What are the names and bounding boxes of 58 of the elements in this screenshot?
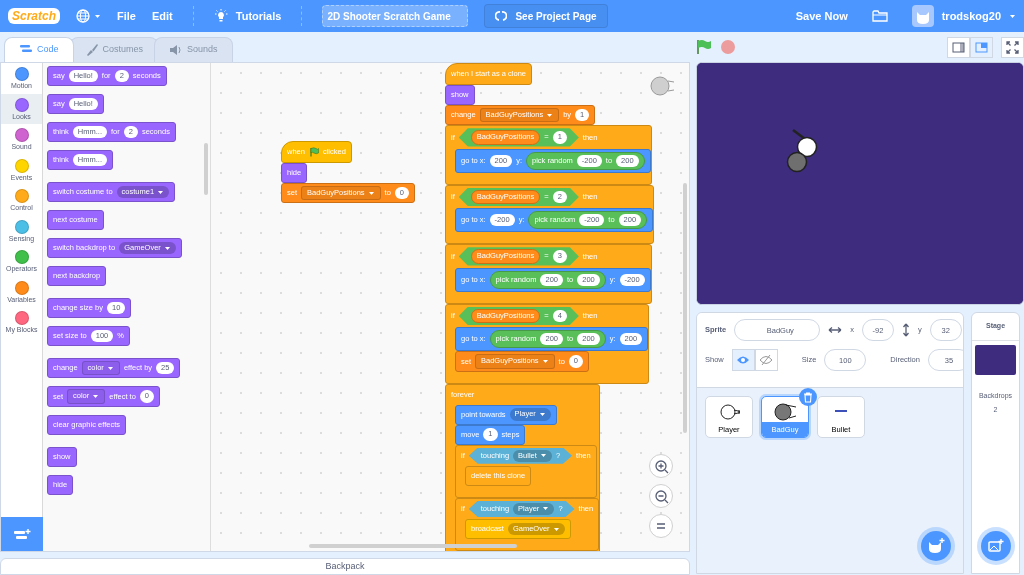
caret-icon [106,365,114,371]
brush-icon [84,43,99,57]
player-sprite [792,129,818,158]
ball-icon [772,402,798,422]
line-icon [835,410,847,412]
caret-icon [541,358,549,364]
zoom-in-button[interactable] [649,454,673,478]
extension-button[interactable] [1,517,43,551]
caret-icon [539,453,547,459]
scrollbar[interactable] [683,183,687,433]
add-sprite-button[interactable] [921,531,951,561]
trash-icon [803,391,813,403]
normal-stage-button[interactable] [970,36,993,58]
fullscreen-button[interactable] [1001,36,1024,58]
caret-icon [94,13,102,19]
lightbulb-icon [213,9,228,23]
caret-icon [157,189,165,195]
hidden-eye-icon [759,354,774,366]
fullscreen-icon [1006,40,1019,54]
scrollbar[interactable] [204,143,208,195]
eye-icon [736,355,751,365]
backdrop-thumbnail [975,344,1016,375]
zoom-in-icon [653,458,669,474]
reset-zoom-button[interactable] [649,514,673,538]
sprite-icon [649,75,675,97]
share-icon [495,10,508,22]
picture-add-icon [988,539,1004,553]
flag-icon[interactable] [696,39,712,55]
show-button[interactable] [731,349,755,371]
avatar-icon [911,5,934,27]
zoom-out-icon [653,488,669,504]
layout-icon [952,41,965,53]
hide-button[interactable] [754,349,778,371]
flag-icon [308,147,319,157]
zoom-out-button[interactable] [649,484,673,508]
cat-icon [927,538,945,554]
caret-icon [92,393,100,399]
globe-icon[interactable] [76,9,91,23]
caret-icon [552,526,560,532]
vertical-arrow-icon [902,323,910,337]
scrollbar[interactable] [309,544,517,548]
caret-icon [163,245,171,251]
caret-icon [367,190,375,196]
caret-icon [542,506,550,512]
stop-icon[interactable] [720,39,736,55]
caret-icon [538,412,546,417]
caret-icon [1009,13,1016,19]
layout-icon [975,41,988,53]
enemy-sprite [786,151,808,173]
backpack-bar[interactable]: Backpack [0,558,690,575]
small-stage-button[interactable] [947,36,970,58]
delete-button[interactable] [799,388,817,406]
horizontal-arrow-icon [828,326,843,334]
extension-icon [13,527,31,542]
caret-icon [546,112,554,118]
speaker-icon [169,43,184,57]
add-backdrop-button[interactable] [981,531,1011,561]
folder-icon[interactable] [871,9,888,23]
